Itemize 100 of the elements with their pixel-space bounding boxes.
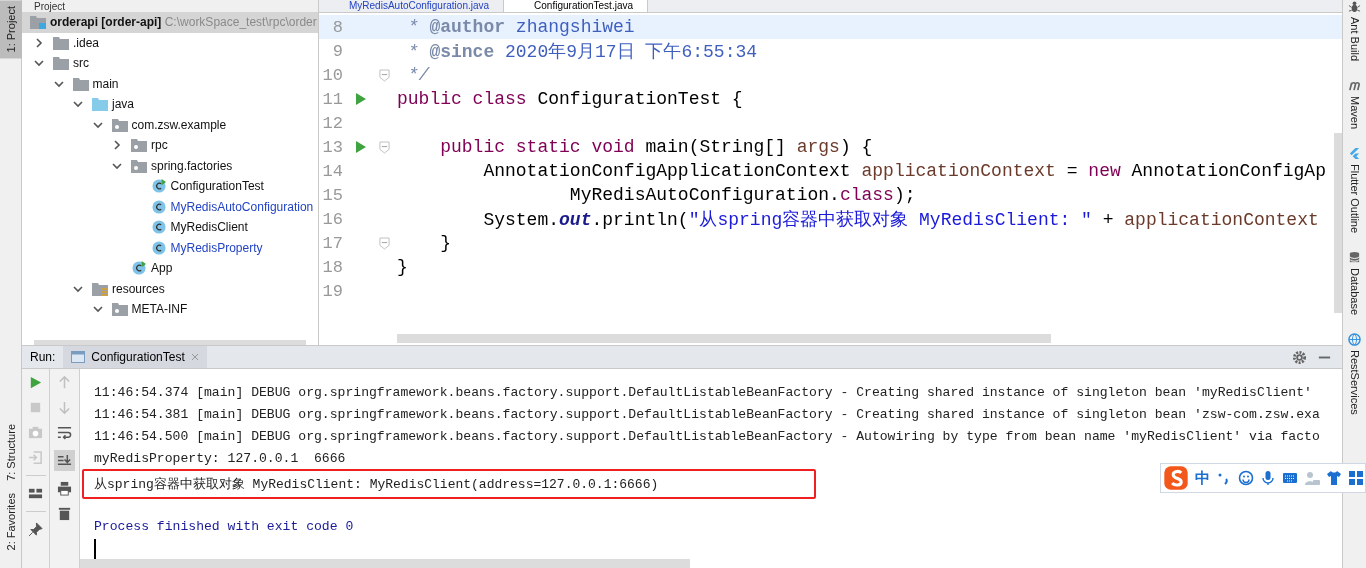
console-icon [71,351,86,363]
tree-item[interactable]: spring.factories [22,155,318,176]
arrow-up-icon[interactable] [57,375,72,390]
package-icon [131,158,147,173]
close-icon[interactable] [190,353,199,361]
tool-window-tab[interactable]: 7: Structure [0,417,22,487]
ime-logo-icon[interactable] [1163,465,1189,491]
print-icon[interactable] [57,481,72,496]
class-icon [131,261,147,276]
code-line: * @since 2020年9月17日 下午6:55:34 [406,41,758,63]
arrow-down-icon[interactable] [57,400,72,415]
code-line: */ [406,65,430,85]
code-line: } [397,257,408,277]
ime-mode-toggle[interactable]: 中 [1195,468,1210,488]
code-line: AnnotationConfigApplicationContext applicationContext = new AnnotationConfigAp [482,161,1326,181]
fold-icon[interactable] [379,236,390,250]
tree-item[interactable]: ConfigurationTest [22,176,318,197]
tool-window-tab[interactable]: 2: Favorites [0,486,22,556]
pin-icon[interactable] [28,522,43,537]
console-line: 11:46:54.374 [main] DEBUG org.springframework.beans.factory.support.DefaultListableBeanFactory - Creating shared instance of singleton bean 'myRedisClient' [94,384,1312,400]
soft-wrap-icon[interactable] [57,425,72,440]
tree-item[interactable]: main [22,73,318,94]
tool-window-tab[interactable]: Ant Build [1342,0,1366,62]
trash-icon[interactable] [57,506,72,521]
package-icon [111,117,128,132]
smiley-icon[interactable] [1238,470,1254,486]
line-number: 19 [321,281,343,301]
module-folder-icon [30,15,46,30]
tool-window-tab[interactable]: 1: Project [0,0,22,59]
line-number: 16 [321,209,343,229]
code-line: MyRedisAutoConfiguration.class); [568,185,916,205]
line-number: 9 [331,41,343,61]
tree-item[interactable]: META-INF [22,299,318,320]
line-number: 11 [321,89,343,109]
console-line: myRedisProperty: 127.0.0.1 6666 [94,450,346,466]
console-line: 11:46:54.500 [main] DEBUG org.springframework.beans.factory.support.DefaultListableBeanFactory - Autowiring by type from bean name 'myRedisClient' via facto [94,428,1320,444]
text-cursor [94,539,96,559]
tree-item[interactable]: rpc [22,135,318,156]
folder-icon [53,35,69,50]
code-line: public static void main(String[] args) { [439,137,873,157]
package-icon [131,138,147,153]
run-tab[interactable]: ConfigurationTest [63,346,207,368]
line-number: 18 [321,257,343,277]
shirt-icon[interactable] [1326,470,1342,486]
panel-title: Project [34,2,66,12]
fold-icon[interactable] [379,140,390,154]
scrollbar[interactable] [34,340,306,345]
code-line: * @author zhangshiwei [406,17,635,37]
line-number: 8 [331,17,343,37]
run-icon[interactable] [28,375,43,390]
run-icon[interactable] [355,92,367,106]
console-line: 11:46:54.381 [main] DEBUG org.springframework.beans.factory.support.DefaultListableBeanFactory - Creating shared instance of singleton bean 'zsw-com.zsw.exa [94,406,1320,422]
class-icon [150,220,167,235]
database-icon [1348,251,1361,265]
scrollbar[interactable] [80,559,690,568]
run-icon[interactable] [355,140,367,154]
microphone-icon[interactable] [1260,470,1276,486]
line-number: 14 [321,161,343,181]
class-icon [150,179,167,194]
folder-icon [92,97,108,112]
settings-icon[interactable] [1292,349,1307,365]
class-icon [150,199,167,214]
tree-item[interactable]: orderapi [order-api] C:\workSpace_test\rpc\order [22,12,318,33]
layout-icon[interactable] [28,486,43,501]
tree-item[interactable]: java [22,94,318,115]
keyboard-icon[interactable] [1282,470,1298,486]
tool-window-tab[interactable]: Maven [1342,79,1366,130]
tree-item[interactable]: MyRedisAutoConfiguration [22,196,318,217]
folder-icon [72,76,89,91]
tree-item[interactable]: resources [22,278,318,299]
code-line: System.out.println("从spring容器中获取对象 MyRedisClient: " + applicationContext [482,209,1319,231]
console-line: 从spring容器中获取对象 MyRedisClient: MyRedisClient(address=127.0.0.1:6666) [94,476,659,493]
user-icon[interactable] [1304,470,1320,486]
tool-window-tab[interactable]: RestServices [1342,333,1366,416]
line-number: 12 [321,113,343,133]
tree-item[interactable]: MyRedisClient [22,217,318,238]
camera-icon[interactable] [28,425,43,440]
code-line: } [439,233,451,253]
class-icon [150,240,167,255]
tree-item[interactable]: com.zsw.example [22,114,318,135]
line-number: 17 [321,233,343,253]
scrollbar[interactable] [1334,133,1342,313]
scrollbar[interactable] [397,334,1051,343]
tool-window-tab[interactable]: Flutter Outline [1342,147,1366,234]
editor-tab[interactable]: ConfigurationTest.java [504,0,649,12]
package-icon [111,302,128,317]
tool-window-tab[interactable]: Database [1342,251,1366,316]
line-number: 15 [321,185,343,205]
grid-icon[interactable] [1348,470,1364,486]
tree-item[interactable]: App [22,258,318,279]
code-line: public class ConfigurationTest { [397,89,743,109]
fold-icon[interactable] [379,68,390,82]
tree-item[interactable]: .idea [22,32,318,53]
globe-icon [1348,333,1361,347]
line-number: 10 [321,65,343,85]
scroll-to-end-icon[interactable] [54,450,75,471]
panel-title: Run: [29,350,57,364]
console-line: Process finished with exit code 0 [94,518,354,534]
tree-item[interactable]: MyRedisProperty [22,237,318,258]
tree-item[interactable]: src [22,53,318,74]
